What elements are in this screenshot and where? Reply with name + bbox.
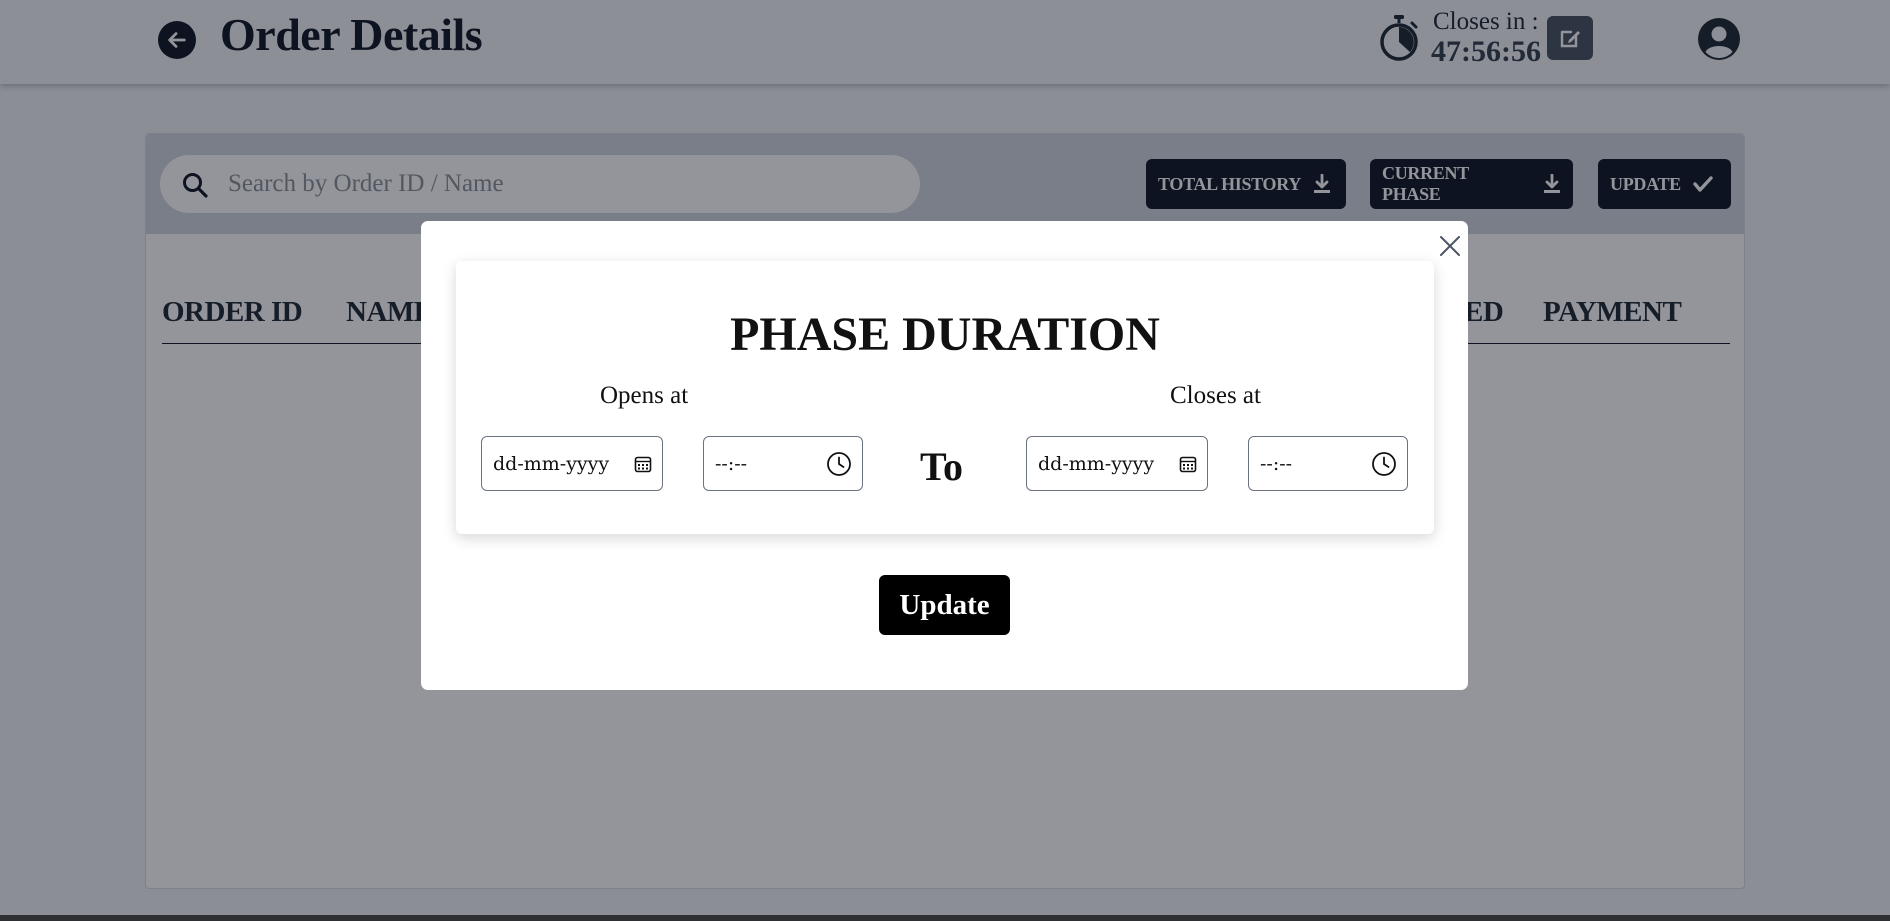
opens-time-placeholder: --:-- bbox=[715, 452, 748, 475]
closes-time-input[interactable]: --:-- bbox=[1248, 436, 1408, 491]
closes-date-placeholder: dd-mm-yyyy bbox=[1038, 452, 1155, 475]
to-label: To bbox=[920, 444, 964, 489]
update-phase-button[interactable]: Update bbox=[879, 575, 1010, 635]
opens-at-label: Opens at bbox=[600, 382, 689, 409]
close-icon[interactable] bbox=[1437, 233, 1463, 259]
calendar-icon[interactable] bbox=[1179, 455, 1197, 473]
modal-title: PHASE DURATION bbox=[730, 308, 1160, 361]
phase-duration-card: PHASE DURATION Opens at Closes at dd-mm-… bbox=[456, 261, 1434, 534]
calendar-icon[interactable] bbox=[634, 455, 652, 473]
clock-icon[interactable] bbox=[826, 451, 852, 477]
opens-time-input[interactable]: --:-- bbox=[703, 436, 863, 491]
closes-date-input[interactable]: dd-mm-yyyy bbox=[1026, 436, 1208, 491]
closes-at-label: Closes at bbox=[1170, 382, 1261, 409]
window-bottom-edge bbox=[0, 915, 1890, 921]
opens-date-input[interactable]: dd-mm-yyyy bbox=[481, 436, 663, 491]
opens-date-placeholder: dd-mm-yyyy bbox=[493, 452, 610, 475]
closes-time-placeholder: --:-- bbox=[1260, 452, 1293, 475]
phase-duration-modal: PHASE DURATION Opens at Closes at dd-mm-… bbox=[421, 221, 1468, 690]
clock-icon[interactable] bbox=[1371, 451, 1397, 477]
